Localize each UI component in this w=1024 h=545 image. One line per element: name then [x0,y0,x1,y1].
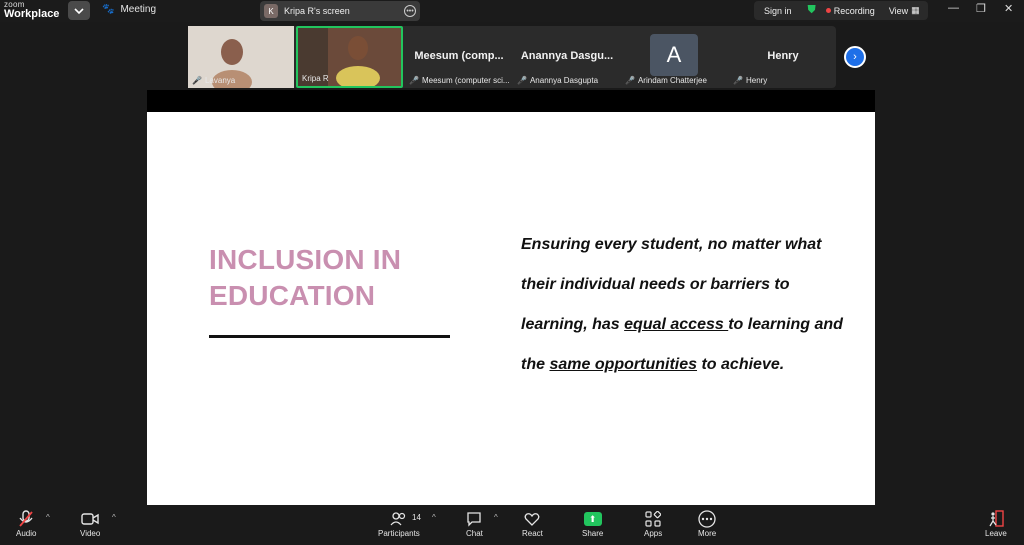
shared-slide: INCLUSION IN EDUCATION Ensuring every st… [147,112,875,505]
recording-indicator[interactable]: Recording [825,5,875,16]
mic-muted-icon: 🎤 [733,76,743,85]
participant-tile-kripa[interactable]: Kripa R [296,26,403,90]
minimize-icon[interactable]: — [948,2,959,14]
apps-label: Apps [644,529,663,538]
menu-dropdown-button[interactable] [68,1,90,20]
participant-display-name: Henry [767,50,799,62]
title-bar: zoom Workplace 🐾 Meeting K Kripa R's scr… [0,0,1024,22]
grid-icon: ▦ [911,5,920,15]
participant-name: 🎤 Meesum (computer sci... [409,76,510,85]
meeting-toolbar: Audio ^ Video ^ Participants 14 ^ Chat ^… [0,505,1024,545]
participant-strip: 🎤 Lavanya Kripa R Meesum (comp... 🎤 Mees… [188,26,836,94]
meeting-label: Meeting [120,4,157,15]
zoom-logo: zoom Workplace [4,0,59,20]
participant-display-name: Anannya Dasgu... [520,50,614,62]
slide-body-text: Ensuring every student, no matter what t… [521,236,843,373]
share-screen-icon: ⬆ [583,509,602,529]
share-label: Share [582,529,604,538]
slide-divider [209,335,450,338]
mic-muted-icon: 🎤 [517,76,527,85]
more-icon [698,509,716,529]
screen-share-label: Kripa R's screen [284,6,350,16]
underlined-same-opportunities: same opportunities [549,356,698,373]
participant-name: 🎤 Anannya Dasgupta [517,76,599,85]
chat-label: Chat [466,529,483,538]
apps-button[interactable]: Apps [644,509,662,538]
participant-name: 🎤 Lavanya [192,76,236,85]
participant-name: Kripa R [302,74,329,83]
participant-tile-lavanya[interactable]: 🎤 Lavanya [188,26,294,94]
more-options-icon[interactable]: ••• [404,5,416,17]
participant-display-name: Meesum (comp... [414,50,504,62]
view-label: View [888,5,909,16]
chevron-right-icon: › [853,51,857,63]
sharer-initial: K [264,4,278,18]
screen-share-pill[interactable]: K Kripa R's screen ••• [260,1,420,21]
video-options-caret[interactable]: ^ [112,513,116,522]
mic-muted-icon: 🎤 [625,76,635,85]
video-button[interactable]: Video [80,509,100,538]
recording-dot-icon [825,8,831,13]
participant-name: 🎤 Arindam Chatterjee [625,76,707,85]
heart-icon [524,509,540,529]
titlebar-controls: Sign in ⛊ Recording View ▦ [754,1,928,20]
apps-icon [645,509,662,529]
restore-icon[interactable]: ❐ [976,2,986,15]
slide-title: INCLUSION IN EDUCATION [209,244,402,311]
logo-bottom: Workplace [4,8,60,20]
shield-icon[interactable]: ⛊ [808,4,816,17]
underlined-equal-access: equal access [624,316,729,333]
sign-in-button[interactable]: Sign in [764,6,792,16]
video-label: Video [80,529,101,538]
participants-icon [390,509,408,529]
mic-muted-icon: 🎤 [192,76,202,85]
more-button[interactable]: More [698,509,716,538]
recording-label: Recording [833,5,875,16]
video-camera-icon [81,509,99,529]
meeting-tab[interactable]: 🐾 Meeting [102,4,156,15]
share-button[interactable]: ⬆ Share [582,509,603,538]
react-label: React [522,529,543,538]
chat-button[interactable]: Chat [466,509,483,538]
close-icon[interactable]: ✕ [1004,2,1013,15]
react-button[interactable]: React [522,509,543,538]
participant-tile-henry[interactable]: Henry 🎤 Henry [729,26,836,88]
participants-label: Participants [378,529,420,538]
mic-muted-icon [18,509,34,529]
audio-label: Audio [16,529,37,538]
participant-tile-anannya[interactable]: Anannya Dasgu... 🎤 Anannya Dasgupta [513,26,621,88]
participant-name: 🎤 Henry [733,76,768,85]
participants-options-caret[interactable]: ^ [432,513,436,522]
next-participants-button[interactable]: › [844,46,866,68]
chat-icon [466,509,482,529]
shared-screen-header [147,90,875,112]
participant-count: 14 [412,513,421,522]
view-button[interactable]: View ▦ [889,5,920,16]
chevron-down-icon [74,7,84,14]
leave-icon [988,509,1004,529]
participant-avatar: A [650,34,698,76]
leave-button[interactable]: Leave [985,509,1007,538]
paw-icon: 🐾 [102,4,115,15]
audio-button[interactable]: Audio [16,509,36,538]
more-label: More [698,529,717,538]
audio-options-caret[interactable]: ^ [46,513,50,522]
participant-tile-meesum[interactable]: Meesum (comp... 🎤 Meesum (computer sci..… [405,26,513,88]
leave-label: Leave [985,529,1007,538]
mic-muted-icon: 🎤 [409,76,419,85]
chat-options-caret[interactable]: ^ [494,513,498,522]
